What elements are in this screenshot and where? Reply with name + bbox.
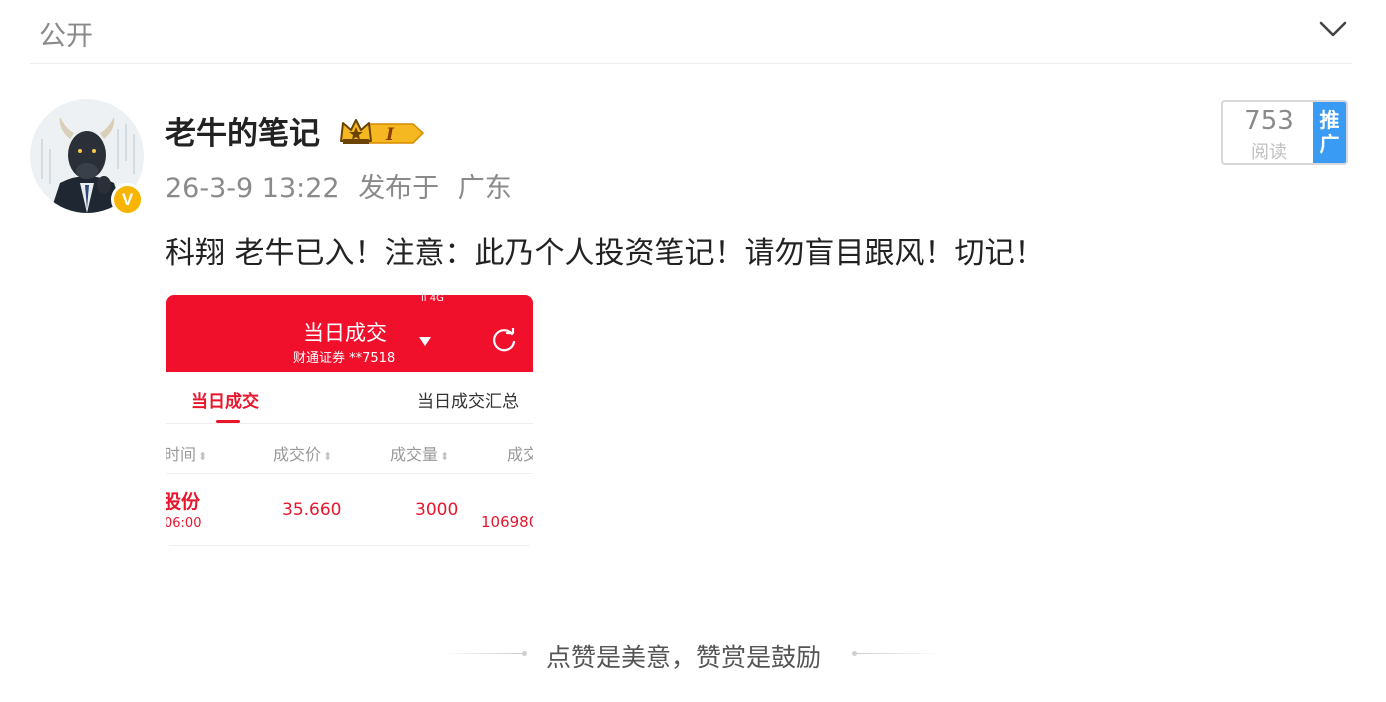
trade-volume: 3000 [415, 500, 459, 520]
read-label: 阅读 [1251, 142, 1287, 163]
post-timestamp: 26-3-9 13:22 [165, 173, 340, 204]
read-count: 753 [1244, 106, 1294, 136]
author-name[interactable]: 老牛的笔记 [165, 108, 320, 153]
refresh-icon [493, 328, 516, 352]
verified-badge-icon: V [111, 183, 144, 216]
level-badge-text: I [385, 125, 395, 145]
footer-line-left [440, 653, 524, 654]
post-image[interactable]: ll 4G 当日成交 财通证券 **7518 当日成交 当日成交汇总 时间 ⬍ 成… [166, 295, 533, 547]
column-header-price: 成交价 ⬍ [273, 445, 333, 464]
post-text: 科翔 老牛已入！注意：此乃个人投资笔记！请勿盲目跟风！切记！ [165, 236, 1045, 271]
trade-amount: 106980 [481, 513, 533, 531]
promote-button[interactable]: 推广 [1313, 102, 1346, 163]
column-header-volume: 成交量 ⬍ [390, 445, 450, 464]
crown-level-badge-icon[interactable]: I [339, 115, 425, 149]
trade-tabs: 当日成交 当日成交汇总 [166, 372, 533, 424]
visibility-bar[interactable]: 公开 [0, 0, 1386, 64]
post-meta: 26-3-9 13:22 发布于 广东 [165, 166, 512, 205]
divider [30, 63, 1352, 64]
trade-app-account: 财通证券 **7518 [293, 351, 396, 366]
read-count-box[interactable]: 753 阅读 推广 [1221, 100, 1348, 165]
trade-time: 06:00 [166, 516, 202, 531]
column-header-time: 时间 ⬍ [166, 445, 208, 464]
post-location: 广东 [457, 173, 512, 204]
row-divider-bottom [166, 545, 533, 546]
tab-underline [216, 420, 240, 423]
reward-prompt: 点赞是美意，赞赏是鼓励 [546, 643, 822, 672]
tab-today-summary: 当日成交汇总 [417, 392, 519, 412]
tab-today-trades: 当日成交 [191, 392, 259, 412]
row-divider [166, 473, 533, 474]
trade-app-title: 当日成交 [303, 321, 387, 345]
published-label: 发布于 [358, 173, 440, 204]
footer-dot-left [522, 651, 527, 656]
status-bar-text: ll 4G [421, 295, 444, 304]
trade-app-header: ll 4G 当日成交 财通证券 **7518 [166, 295, 533, 372]
visibility-label: 公开 [39, 21, 93, 52]
trade-price: 35.660 [282, 500, 342, 520]
trade-stock-name: 股份 [166, 491, 201, 513]
caret-down-icon [419, 337, 431, 346]
chevron-down-icon[interactable] [1318, 18, 1348, 40]
column-header-amount: 成交 [507, 445, 533, 464]
footer-line-right [856, 653, 940, 654]
